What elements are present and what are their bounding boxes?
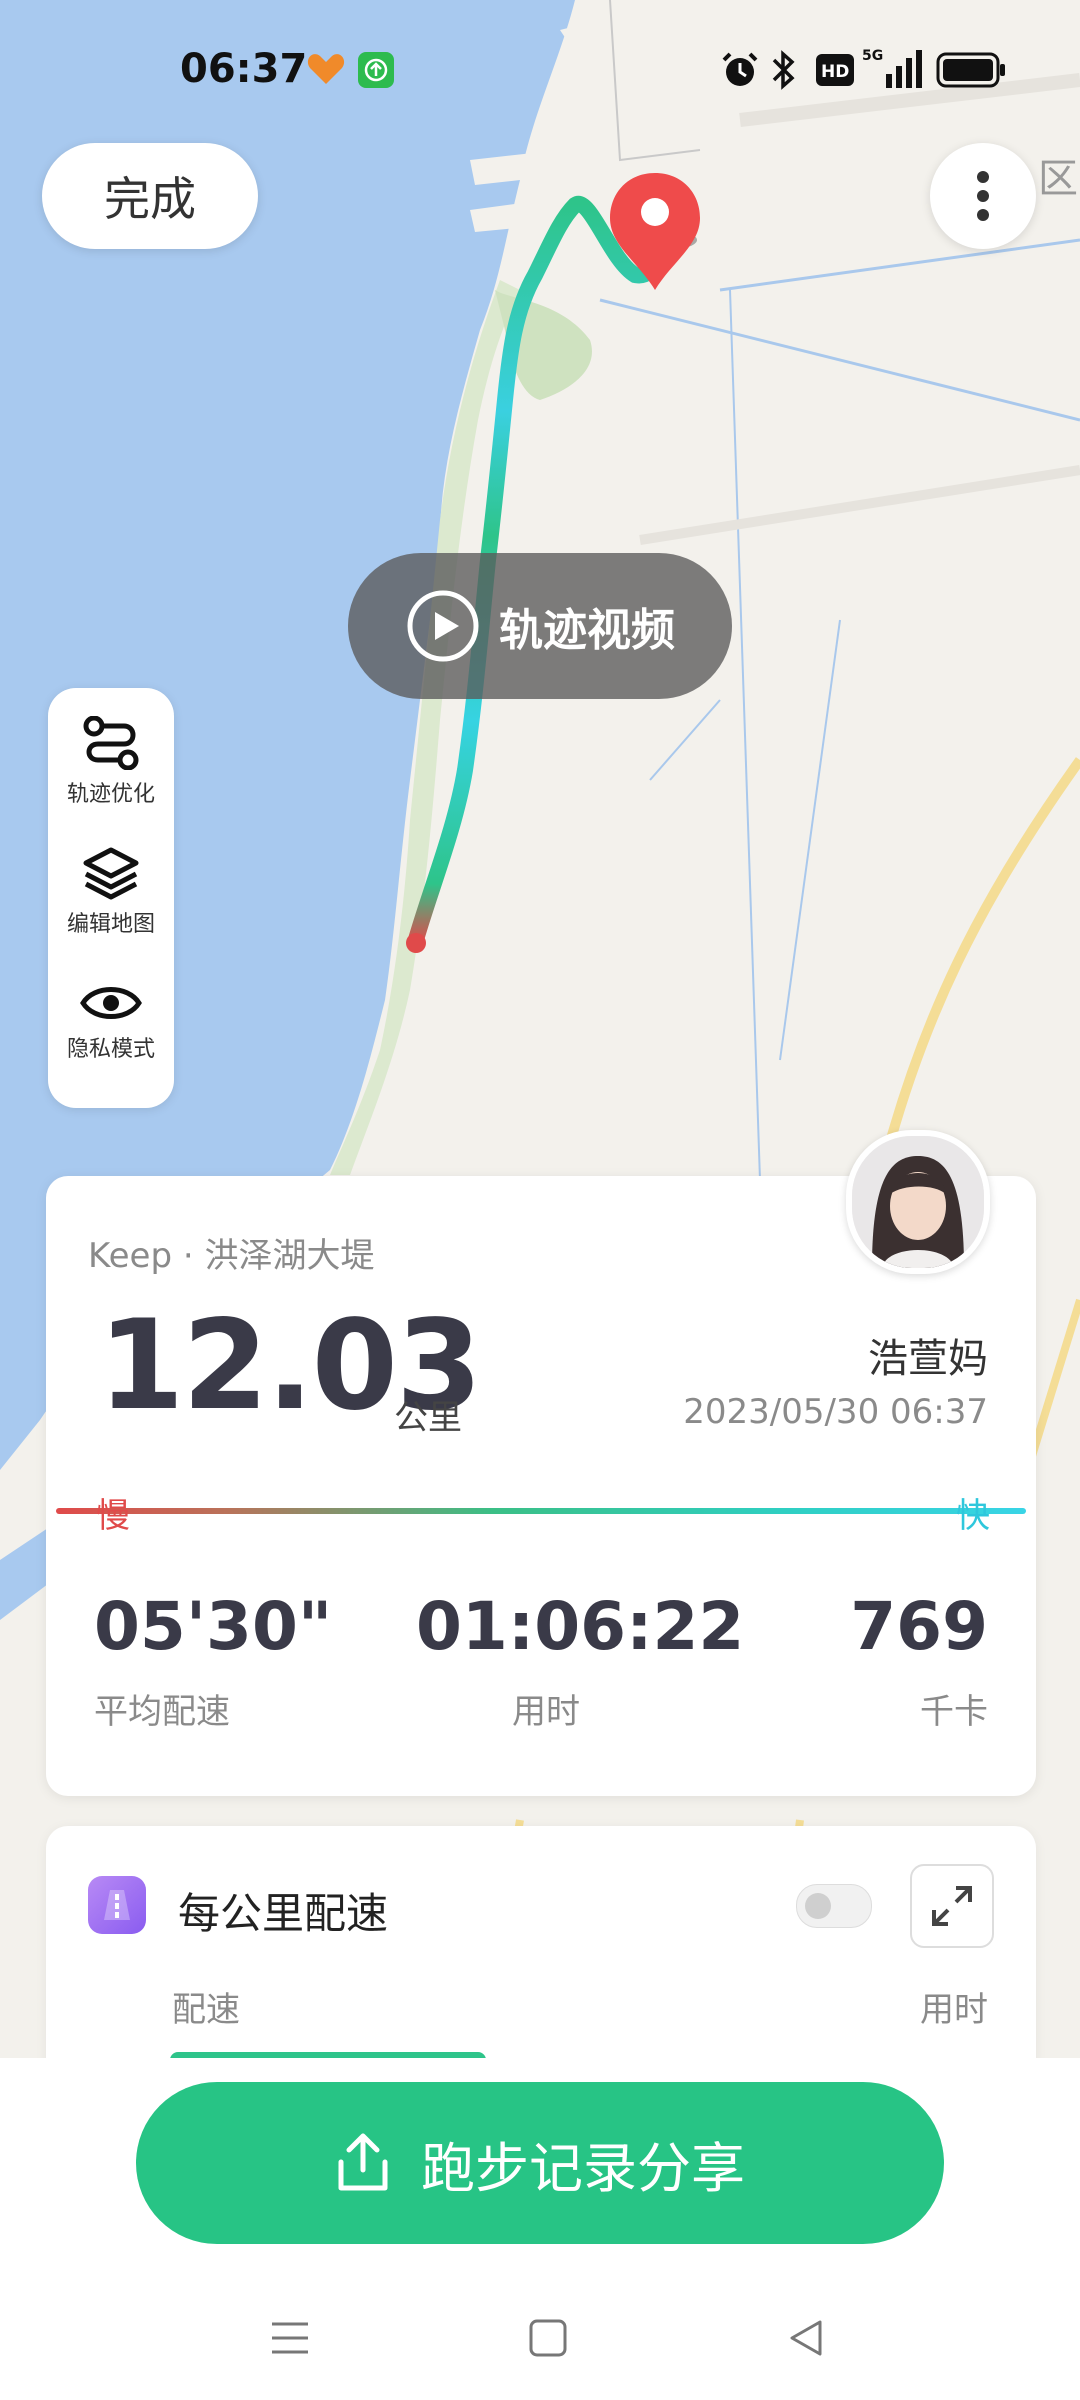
- upload-app-icon: [358, 52, 394, 88]
- per-km-toggle[interactable]: [796, 1884, 872, 1928]
- svg-text:区: 区: [1038, 156, 1078, 202]
- pace-column-header: 配速: [172, 1990, 240, 2030]
- duration-label: 用时: [512, 1692, 580, 1732]
- map-tools-panel: 轨迹优化 编辑地图 隐私模式: [48, 688, 174, 1108]
- done-button[interactable]: 完成: [42, 143, 258, 249]
- nav-menu-button[interactable]: [250, 2298, 330, 2378]
- route-icon: [83, 716, 139, 770]
- duration-value: 01:06:22: [416, 1588, 745, 1665]
- svg-text:HD: HD: [821, 62, 849, 82]
- run-datetime: 2023/05/30 06:37: [683, 1392, 988, 1432]
- battery-icon: [936, 52, 1005, 88]
- per-km-pace-card: 每公里配速 配速 用时: [46, 1826, 1036, 2086]
- speed-legend-bar: [56, 1508, 1026, 1514]
- play-circle-icon: [407, 590, 479, 662]
- share-icon: [338, 2133, 388, 2191]
- tool-privacy-mode[interactable]: 隐私模式: [48, 958, 174, 1086]
- status-bar: 06:37 HD 5G: [0, 0, 1080, 140]
- calories-value: 769: [850, 1588, 988, 1665]
- back-triangle-icon: [790, 2320, 822, 2356]
- avg-pace-label: 平均配速: [94, 1692, 230, 1732]
- status-time: 06:37: [180, 46, 308, 92]
- run-source: Keep · 洪泽湖大堤: [88, 1236, 375, 1276]
- tool-label: 编辑地图: [66, 912, 155, 937]
- more-options-button[interactable]: [930, 143, 1036, 249]
- nav-home-button[interactable]: [508, 2298, 588, 2378]
- more-vertical-icon: [977, 171, 989, 221]
- share-label: 跑步记录分享: [421, 2136, 745, 2200]
- hd-icon: HD: [816, 54, 854, 86]
- svg-text:5G: 5G: [862, 48, 883, 64]
- user-name: 浩萱妈: [868, 1336, 988, 1382]
- expand-icon: [932, 1886, 972, 1926]
- tool-track-optimize[interactable]: 轨迹优化: [48, 698, 174, 826]
- tool-label: 隐私模式: [66, 1037, 155, 1062]
- expand-button[interactable]: [910, 1864, 994, 1948]
- per-km-title: 每公里配速: [178, 1889, 389, 1938]
- home-square-icon: [529, 2319, 567, 2357]
- tool-edit-map[interactable]: 编辑地图: [48, 828, 174, 956]
- distance-unit: 公里: [394, 1398, 462, 1438]
- health-heart-icon: [307, 54, 345, 84]
- bluetooth-icon: [772, 50, 795, 90]
- time-column-header: 用时: [920, 1990, 988, 2030]
- user-avatar[interactable]: [846, 1130, 990, 1274]
- nav-back-button[interactable]: [766, 2298, 846, 2378]
- avatar-portrait: [852, 1136, 984, 1268]
- track-video-button[interactable]: 轨迹视频: [348, 553, 732, 699]
- menu-icon: [272, 2322, 308, 2354]
- alarm-icon: [722, 52, 758, 86]
- screen: 区 06:37 HD 5G 完成 轨迹视频 轨迹优化 编辑地图 隐私模式 Kee…: [0, 0, 1080, 2400]
- route-start-dot: [406, 933, 426, 953]
- calories-label: 千卡: [920, 1692, 988, 1732]
- system-nav-bar: [0, 2268, 1080, 2400]
- fast-label: 快: [956, 1496, 990, 1536]
- eye-icon: [80, 987, 142, 1019]
- layers-icon: [83, 847, 139, 900]
- share-run-button[interactable]: 跑步记录分享: [136, 2082, 944, 2244]
- signal-5g-icon: 5G: [862, 48, 922, 88]
- slow-label: 慢: [96, 1496, 130, 1536]
- pace-road-icon: [88, 1876, 146, 1934]
- tool-label: 轨迹优化: [66, 782, 155, 807]
- track-video-label: 轨迹视频: [499, 605, 675, 656]
- avg-pace-value: 05'30": [94, 1588, 333, 1665]
